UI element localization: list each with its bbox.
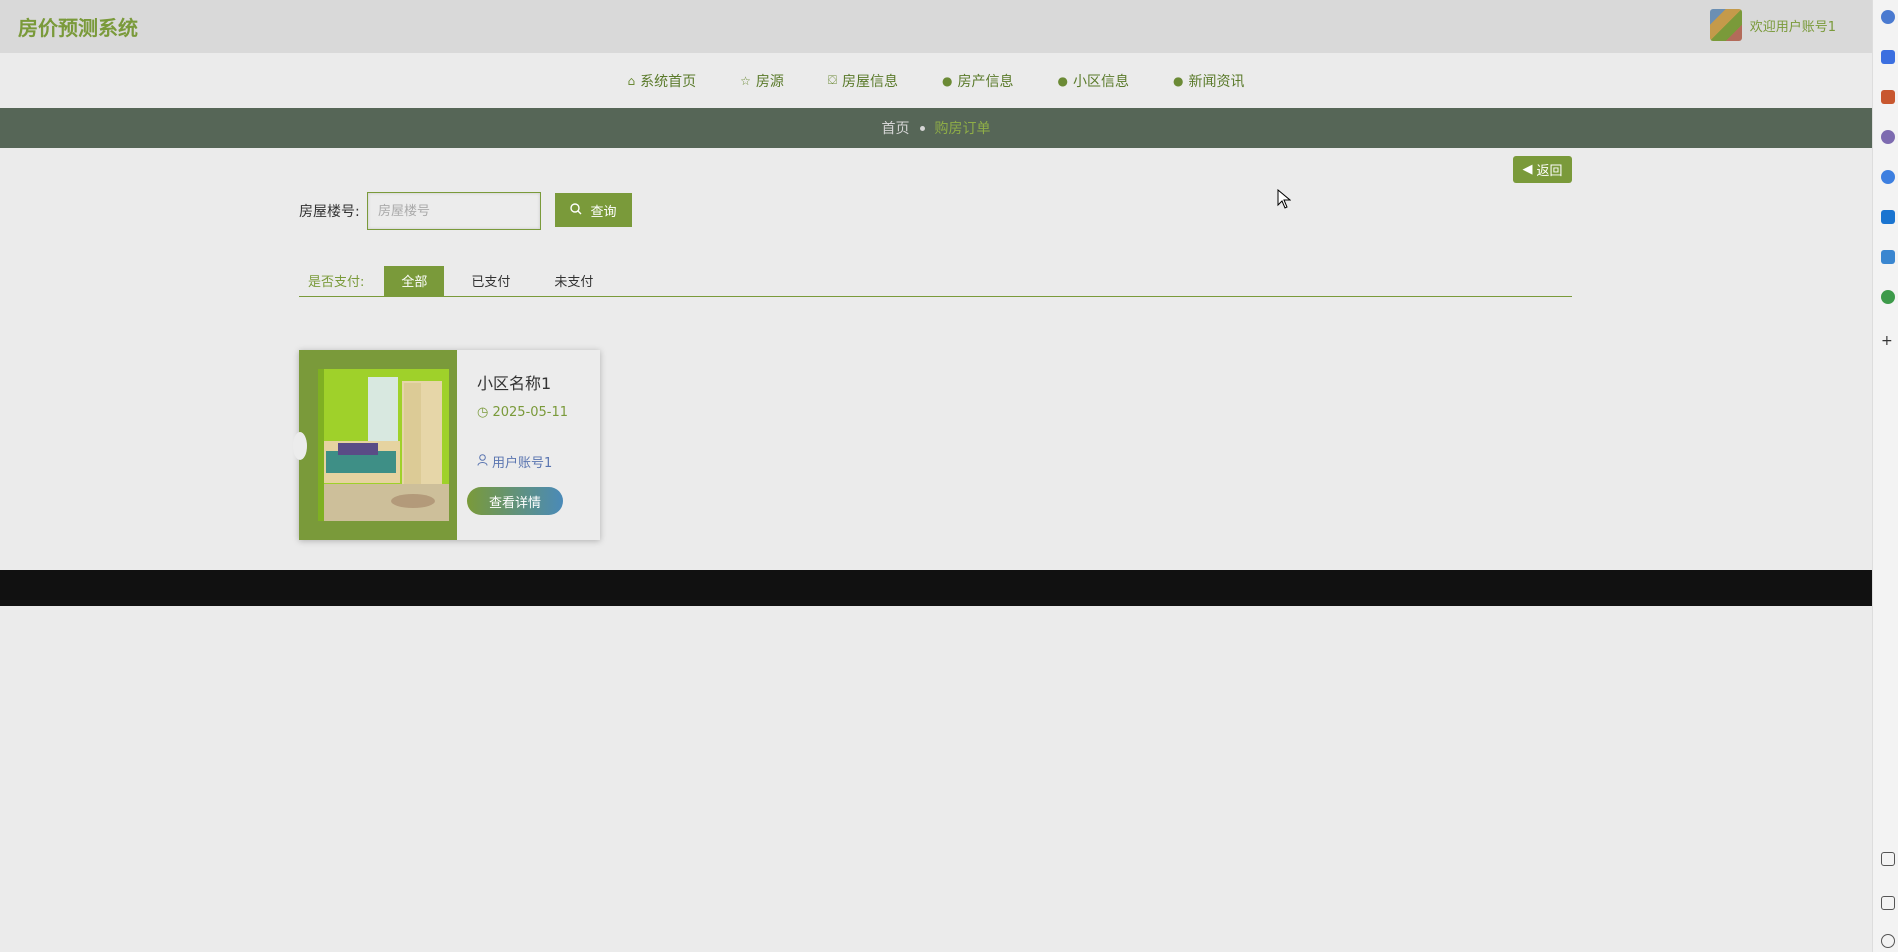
back-button[interactable]: ◀ 返回	[1513, 156, 1572, 183]
main-nav: ⌂ 系统首页 ☆ 房源 ⛋ 房屋信息 ● 房产信息 ● 小区信息 ● 新闻资讯	[0, 53, 1872, 108]
nav-item-news[interactable]: ● 新闻资讯	[1173, 71, 1244, 91]
filter-label: 是否支付:	[308, 275, 365, 290]
avatar[interactable]	[1709, 9, 1742, 41]
games-icon[interactable]	[1881, 170, 1895, 184]
tree-icon[interactable]	[1881, 290, 1895, 304]
caret-left-icon: ◀	[1522, 162, 1533, 177]
info-icon: ●	[1173, 73, 1184, 88]
home-icon: ⌂	[627, 73, 636, 88]
nav-item-label: 房源	[755, 73, 784, 90]
briefcase-icon[interactable]	[1881, 90, 1895, 104]
card-user: 用户账号1	[477, 452, 552, 471]
welcome-text: 欢迎用户账号1	[1749, 19, 1836, 35]
add-icon[interactable]: +	[1881, 334, 1895, 348]
card-notch	[293, 432, 307, 460]
search-icon	[570, 202, 582, 218]
copilot-icon[interactable]	[1881, 50, 1895, 64]
nav-item-home[interactable]: ⌂ 系统首页	[628, 71, 697, 91]
nav-item-label: 房产信息	[957, 73, 1014, 90]
card-title: 小区名称1	[477, 374, 552, 393]
nav-item-label: 新闻资讯	[1188, 73, 1245, 90]
view-details-button[interactable]: 查看详情	[467, 487, 563, 515]
search-button-label: 查询	[590, 203, 617, 219]
breadcrumb-home[interactable]: 首页	[882, 118, 910, 138]
nav-item-label: 系统首页	[640, 73, 697, 90]
outlook-icon[interactable]	[1881, 210, 1895, 224]
bag-icon: ⛋	[827, 73, 838, 87]
nav-item-property-info[interactable]: ● 房产信息	[942, 71, 1013, 91]
info-icon: ●	[942, 73, 953, 88]
search-label: 房屋楼号:	[299, 204, 360, 220]
breadcrumb: 首页 购房订单	[0, 108, 1872, 148]
breadcrumb-separator	[919, 125, 925, 131]
card-image[interactable]	[318, 369, 449, 521]
nav-item-listings[interactable]: ☆ 房源	[740, 71, 784, 91]
user-icon	[477, 453, 488, 470]
card-user-text: 用户账号1	[492, 456, 553, 471]
search-icon[interactable]	[1881, 10, 1895, 24]
search-button[interactable]: 查询	[555, 193, 632, 227]
card-date: ◷ 2025-05-11	[477, 402, 577, 424]
filter-tab-paid[interactable]: 已支付	[454, 266, 527, 296]
page: 房价预测系统 欢迎用户账号1 ⌂ 系统首页 ☆ 房源 ⛋ 房屋信息 ● 房产信息…	[0, 0, 1872, 952]
order-card[interactable]: 小区名称1 ◷ 2025-05-11 用户账号1 查看详情	[293, 350, 600, 540]
search-input[interactable]	[367, 192, 541, 230]
question-icon: ●	[1057, 73, 1068, 88]
person-icon[interactable]	[1881, 130, 1895, 144]
screenshot-icon[interactable]	[1881, 852, 1895, 866]
footer	[0, 570, 1872, 606]
nav-item-house-info[interactable]: ⛋ 房屋信息	[828, 71, 898, 91]
back-button-label: 返回	[1536, 164, 1563, 179]
card-image-frame	[293, 350, 457, 540]
clock-icon: ◷	[477, 405, 489, 420]
send-icon[interactable]	[1881, 250, 1895, 264]
gear-icon[interactable]	[1881, 934, 1895, 948]
filter-tab-unpaid[interactable]: 未支付	[537, 266, 610, 296]
mouse-cursor-icon	[1277, 188, 1292, 213]
payment-filter: 是否支付: 全部 已支付 未支付	[299, 265, 1572, 297]
filter-tab-all[interactable]: 全部	[384, 265, 445, 296]
card-date-text: 2025-05-11	[492, 405, 569, 420]
user-menu[interactable]: 欢迎用户账号1	[1709, 8, 1836, 42]
nav-item-label: 房屋信息	[842, 73, 899, 90]
external-link-icon[interactable]	[1881, 896, 1895, 910]
breadcrumb-current: 购房订单	[934, 121, 991, 137]
site-title: 房价预测系统	[18, 16, 138, 40]
nav-item-community-info[interactable]: ● 小区信息	[1058, 71, 1129, 91]
browser-side-toolbar: +	[1872, 0, 1898, 952]
top-header: 房价预测系统 欢迎用户账号1	[0, 0, 1872, 53]
nav-item-label: 小区信息	[1073, 73, 1129, 90]
star-icon: ☆	[740, 73, 751, 88]
